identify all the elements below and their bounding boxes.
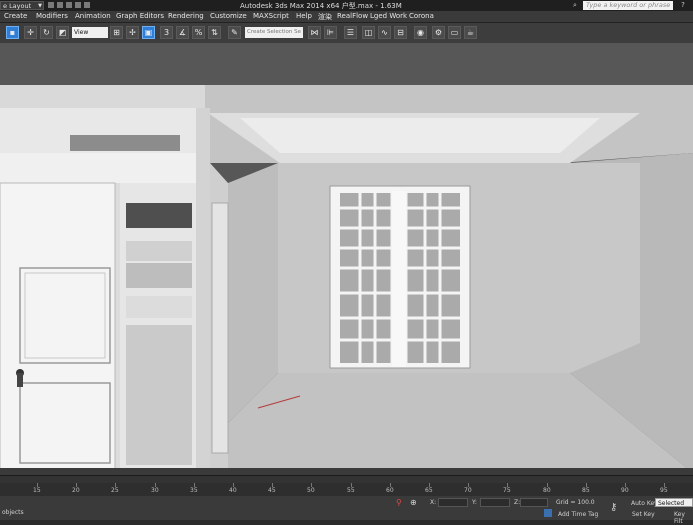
select-rotate-icon[interactable]: ↻ [40,26,53,39]
select-object-icon[interactable]: ▪ [6,26,19,39]
graphite-tools-icon[interactable]: ◫ [362,26,375,39]
timeline-tick-label: 80 [543,487,551,494]
absolute-mode-icon[interactable]: ⊕ [410,498,417,507]
timeline-tick-label: 15 [33,487,41,494]
keyboard-shortcut-icon[interactable]: ▣ [142,26,155,39]
lock-selection-icon[interactable]: ⚲ [396,498,402,507]
timeline-tick-label: 25 [111,487,119,494]
key-filters-button[interactable]: Key Filt [674,511,693,525]
timeline-tick-label: 90 [621,487,629,494]
rendered-frame-icon[interactable]: ▭ [448,26,461,39]
angle-snap-icon[interactable]: ∡ [176,26,189,39]
menu-corona[interactable]: Corona [409,12,434,20]
redo-icon[interactable] [84,2,90,8]
menu-graph-editors[interactable]: Graph Editors [116,12,164,20]
menu-maxscript[interactable]: MAXScript [253,12,289,20]
grid-size: Grid = 100.0 [556,499,595,506]
scene-render [0,43,693,475]
timeline-tick-label: 95 [660,487,668,494]
percent-snap-icon[interactable]: % [192,26,205,39]
undo-icon[interactable] [75,2,81,8]
edit-named-selection-icon[interactable]: ✎ [228,26,241,39]
material-editor-icon[interactable]: ◉ [414,26,427,39]
render-setup-icon[interactable]: ⚙ [432,26,445,39]
menu-rendering[interactable]: Rendering [168,12,204,20]
named-selection-dropdown[interactable]: Create Selection Se [245,27,303,38]
track-bar[interactable]: 15 20 25 30 35 40 45 50 55 60 65 70 75 80 85 90 95 [0,483,693,497]
menu-modifiers[interactable]: Modifiers [36,12,68,20]
selected-value: Selected [658,500,685,507]
z-coordinate-field[interactable] [520,498,548,507]
menu-help[interactable]: Help [296,12,312,20]
selection-status: objects [2,509,24,516]
timeline-tick-label: 85 [582,487,590,494]
perspective-viewport[interactable] [0,43,693,475]
timeline-tick-label: 70 [464,487,472,494]
key-mode-dropdown[interactable]: Selected [655,498,693,507]
main-toolbar: ▪ ✛ ↻ ◩ View ⊞ ✢ ▣ 3 ∡ % ⇅ ✎ Create Sele… [0,23,693,44]
schematic-view-icon[interactable]: ⊟ [394,26,407,39]
quick-access-toolbar [48,2,93,10]
timeline-tick-label: 45 [268,487,276,494]
spinner-snap-icon[interactable]: ⇅ [208,26,221,39]
set-key-button[interactable]: Set Key [632,511,655,518]
timeline-tick-label: 40 [229,487,237,494]
auto-key-button[interactable]: Auto Key [631,500,658,507]
help-icon[interactable]: ? [677,1,689,10]
search-input[interactable]: Type a keyword or phrase [583,1,673,10]
curve-editor-icon[interactable]: ∿ [378,26,391,39]
select-move-icon[interactable]: ✛ [24,26,37,39]
time-tag-icon[interactable] [544,509,552,517]
mirror-icon[interactable]: ⋈ [308,26,321,39]
window-title: Autodesk 3ds Max 2014 x64 户型.max - 1.63M [240,2,402,10]
x-coordinate-field[interactable] [438,498,468,507]
pivot-center-icon[interactable]: ⊞ [110,26,123,39]
timeline-tick-label: 50 [307,487,315,494]
menu-lged-work[interactable]: Lged Work [370,12,407,20]
menu-bar: Create Modifiers Animation Graph Editors… [0,11,693,23]
key-icon: ⚷ [610,502,618,513]
menu-render-cn[interactable]: 渲染 [318,12,332,22]
save-file-icon[interactable] [66,2,72,8]
timeline-tick-label: 30 [151,487,159,494]
layer-manager-icon[interactable]: ☰ [344,26,357,39]
timeline-tick-label: 55 [347,487,355,494]
x-label: X: [430,499,437,506]
align-icon[interactable]: ⊫ [324,26,337,39]
timeline-tick-label: 60 [386,487,394,494]
workspace-label: e Layout [3,2,32,10]
chevron-down-icon: ▼ [38,3,42,9]
select-manipulate-icon[interactable]: ✢ [126,26,139,39]
y-label: Y: [472,499,477,506]
menu-create[interactable]: Create [4,12,27,20]
new-file-icon[interactable] [48,2,54,8]
menu-customize[interactable]: Customize [210,12,247,20]
menu-animation[interactable]: Animation [75,12,111,20]
menu-realflow[interactable]: RealFlow [337,12,368,20]
timeline-tick-label: 75 [503,487,511,494]
status-bar: objects ⚲ ⊕ X: Y: Z: Grid = 100.0 Add Ti… [0,496,693,525]
timeline-tick-label: 35 [190,487,198,494]
add-time-tag-button[interactable]: Add Time Tag [558,511,598,518]
binoculars-icon[interactable]: ⌕ [570,1,580,10]
workspace-dropdown[interactable]: e Layout ▼ [0,1,44,10]
y-coordinate-field[interactable] [480,498,510,507]
select-scale-icon[interactable]: ◩ [56,26,69,39]
open-file-icon[interactable] [57,2,63,8]
render-production-icon[interactable]: ☕ [464,26,477,39]
snap-toggle-icon[interactable]: 3 [160,26,173,39]
view-value: View [74,29,89,36]
timeline-tick-label: 20 [72,487,80,494]
reference-coordinate-dropdown[interactable]: View [72,27,108,38]
timeline-tick-label: 65 [425,487,433,494]
